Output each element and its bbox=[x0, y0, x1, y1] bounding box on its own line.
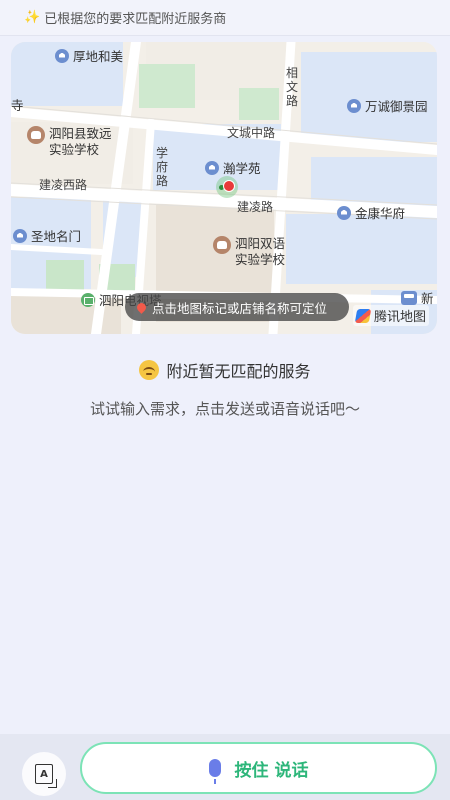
poi-label-line1: 泗阳县致远 bbox=[49, 126, 112, 141]
poi-label: 万诚御景园 bbox=[365, 99, 428, 114]
road-label-wencheng: 文城中路 bbox=[227, 126, 276, 140]
empty-state-title-text: 附近暂无匹配的服务 bbox=[166, 362, 311, 381]
poi-label-line1: 泗阳双语 bbox=[235, 236, 286, 251]
road-label-jianling: 建凌路 bbox=[237, 200, 274, 214]
empty-state-title: 附近暂无匹配的服务 bbox=[0, 358, 450, 382]
match-status-bar: ✨ 已根据您的要求匹配附近服务商 bbox=[0, 0, 450, 36]
landmark-pin-icon bbox=[81, 292, 95, 307]
tencent-map-logo-icon bbox=[354, 308, 372, 323]
sparkle-icon: ✨ bbox=[24, 10, 41, 25]
poi-label: 圣地名门 bbox=[31, 229, 82, 244]
poi-houdi-hemei[interactable]: 厚地和美 bbox=[55, 46, 123, 65]
poi-label: 金康华府 bbox=[355, 206, 406, 221]
residential-pin-icon bbox=[205, 160, 219, 175]
microphone-icon bbox=[208, 759, 221, 784]
poi-wancheng-yujingyuan[interactable]: 万诚御景园 bbox=[347, 96, 428, 115]
poi-label-temple: 寺 bbox=[11, 98, 24, 113]
keyboard-toggle-button[interactable]: A bbox=[22, 752, 66, 796]
road-label-xuefu: 学府路 bbox=[155, 146, 168, 188]
residential-pin-icon bbox=[55, 48, 69, 63]
match-status-text: 已根据您的要求匹配附近服务商 bbox=[44, 12, 227, 27]
map-brand-label: 腾讯地图 bbox=[373, 310, 426, 325]
map-view[interactable]: 厚地和美 寺 相文路 万诚御景园 泗阳县致远 实验学校 文城中路 学府路 瀚学苑… bbox=[11, 42, 437, 334]
road-label-xiangwen: 相文路 bbox=[285, 66, 298, 108]
poi-label: 厚地和美 bbox=[73, 49, 124, 64]
sad-face-icon bbox=[139, 360, 160, 380]
poi-label: 瀚学苑 bbox=[223, 161, 261, 176]
map-hint-toast: 点击地图标记或店铺名称可定位 bbox=[125, 293, 349, 321]
empty-state-subtitle: 试试输入需求，点击发送或语音说话吧～ bbox=[89, 400, 360, 418]
bus-stop-icon bbox=[401, 290, 417, 305]
poi-hanxueyuan[interactable]: 瀚学苑 bbox=[205, 158, 261, 177]
input-bar: A 按住 说话 bbox=[0, 734, 450, 800]
school-pin-icon bbox=[213, 236, 231, 254]
map-brand: 腾讯地图 bbox=[352, 305, 429, 326]
hold-to-talk-button[interactable]: 按住 说话 bbox=[80, 742, 437, 794]
residential-pin-icon bbox=[337, 205, 351, 220]
road-label-jianling-west: 建凌西路 bbox=[39, 178, 88, 192]
current-location-icon[interactable] bbox=[216, 176, 238, 198]
hold-to-talk-label: 按住 说话 bbox=[234, 760, 309, 781]
residential-pin-icon bbox=[347, 98, 361, 113]
poi-label-line2: 实验学校 bbox=[49, 142, 100, 157]
location-pin-icon bbox=[135, 300, 148, 314]
school-pin-icon bbox=[27, 126, 45, 144]
poi-siyang-shuangyu-school[interactable]: 泗阳双语 实验学校 bbox=[213, 236, 285, 268]
map-hint-text: 点击地图标记或店铺名称可定位 bbox=[152, 300, 328, 316]
poi-shengdi-mingmen[interactable]: 圣地名门 bbox=[13, 226, 81, 245]
poi-jinkang-huafu[interactable]: 金康华府 bbox=[337, 203, 405, 222]
keyboard-input-icon: A bbox=[35, 764, 57, 788]
poi-label-line2: 实验学校 bbox=[235, 252, 286, 267]
residential-pin-icon bbox=[13, 228, 27, 243]
poi-siyang-zhiyuan-school[interactable]: 泗阳县致远 实验学校 bbox=[27, 126, 112, 158]
